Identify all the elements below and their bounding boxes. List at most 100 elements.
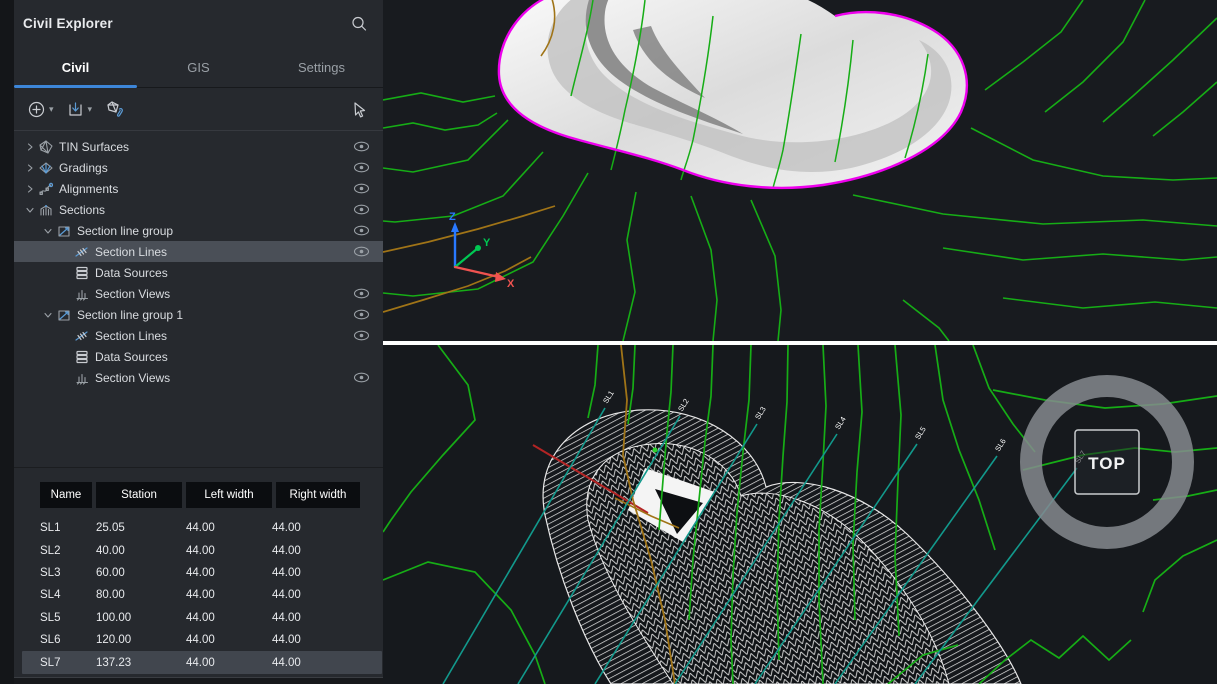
section-line-group-icon	[55, 308, 73, 322]
civil-explorer-panel: Civil Explorer Civil GIS Settings ▾ ▾	[14, 0, 383, 684]
table-row[interactable]: SL1 25.05 44.00 44.00	[14, 517, 383, 539]
tab-civil[interactable]: Civil	[14, 50, 137, 87]
cell-right-width: 44.00	[272, 634, 356, 646]
visibility-eye-icon[interactable]	[353, 288, 370, 299]
visibility-eye-icon[interactable]	[353, 162, 370, 173]
attach-surface-button[interactable]	[101, 97, 129, 122]
tree-item-label: Sections	[59, 203, 383, 217]
cell-left-width: 44.00	[186, 589, 272, 601]
tree-item-tin-surfaces[interactable]: TIN Surfaces	[14, 136, 383, 157]
column-header-name[interactable]: Name	[40, 482, 92, 508]
cell-right-width: 44.00	[272, 567, 356, 579]
tree-item-label: Section line group	[77, 224, 383, 238]
tree-item-section-line-group-1[interactable]: Section line group 1	[14, 304, 383, 325]
visibility-eye-icon[interactable]	[353, 309, 370, 320]
tree-item-label: Section Views	[95, 371, 383, 385]
section-views-icon	[73, 371, 91, 385]
visibility-eye-icon[interactable]	[353, 246, 370, 257]
cell-right-width: 44.00	[272, 522, 356, 534]
tree-item-section-views[interactable]: Section Views	[14, 283, 383, 304]
visibility-eye-icon[interactable]	[353, 141, 370, 152]
cell-left-width: 44.00	[186, 634, 272, 646]
table-row[interactable]: SL3 60.00 44.00 44.00	[14, 562, 383, 584]
column-header-left-width[interactable]: Left width	[186, 482, 272, 508]
visibility-eye-icon[interactable]	[353, 204, 370, 215]
section-lines-table: Name Station Left width Right width SL1 …	[14, 482, 383, 674]
cell-right-width: 44.00	[272, 545, 356, 557]
tree-item-data-sources[interactable]: Data Sources	[14, 346, 383, 367]
add-dropdown-caret[interactable]: ▾	[49, 104, 54, 115]
tree-item-label: Data Sources	[95, 350, 383, 364]
cell-name: SL5	[40, 612, 96, 624]
table-row[interactable]: SL5 100.00 44.00 44.00	[14, 607, 383, 629]
section-views-icon	[73, 287, 91, 301]
table-body: SL1 25.05 44.00 44.00 SL2 40.00 44.00 44…	[14, 517, 383, 674]
tree-item-section-line-group[interactable]: Section line group	[14, 220, 383, 241]
panel-edge-strip	[0, 0, 14, 684]
visibility-eye-icon[interactable]	[353, 330, 370, 341]
cell-name: SL2	[40, 545, 96, 557]
search-icon[interactable]	[349, 14, 369, 34]
tree-item-data-sources[interactable]: Data Sources	[14, 262, 383, 283]
visibility-eye-icon[interactable]	[353, 372, 370, 383]
application-window: Civil Explorer Civil GIS Settings ▾ ▾	[0, 0, 1217, 684]
tab-settings[interactable]: Settings	[260, 50, 383, 87]
tin-surface-icon	[37, 140, 55, 154]
tab-bar: Civil GIS Settings	[14, 50, 383, 88]
model-view-3d[interactable]: Z Y X	[383, 0, 1217, 341]
tab-gis[interactable]: GIS	[137, 50, 260, 87]
tree-item-gradings[interactable]: Gradings	[14, 157, 383, 178]
svg-text:X: X	[507, 278, 515, 290]
tree-item-alignments[interactable]: Alignments	[14, 178, 383, 199]
cell-left-width: 44.00	[186, 657, 272, 669]
cell-right-width: 44.00	[272, 589, 356, 601]
visibility-eye-icon[interactable]	[353, 183, 370, 194]
tree-item-label: Section Lines	[95, 245, 383, 259]
cell-name: SL3	[40, 567, 96, 579]
cell-left-width: 44.00	[186, 545, 272, 557]
section-line-group-icon	[55, 224, 73, 238]
table-row[interactable]: SL4 80.00 44.00 44.00	[14, 584, 383, 606]
chevron-down-icon[interactable]	[40, 224, 55, 238]
import-button[interactable]: ▾	[63, 97, 96, 122]
tree-item-label: Section Views	[95, 287, 383, 301]
table-row-selected[interactable]: SL7 137.23 44.00 44.00	[22, 651, 382, 673]
drawing-viewport[interactable]: Z Y X	[383, 0, 1217, 684]
tree-item-section-lines[interactable]: Section Lines	[14, 241, 383, 262]
visibility-eye-icon[interactable]	[353, 225, 370, 236]
select-cursor-icon[interactable]	[347, 97, 373, 123]
toolbar: ▾ ▾	[14, 89, 383, 131]
chevron-right-icon[interactable]	[22, 140, 37, 154]
cell-name: SL1	[40, 522, 96, 534]
chevron-down-icon[interactable]	[40, 308, 55, 322]
add-button[interactable]: ▾	[24, 97, 57, 122]
svg-text:Z: Z	[449, 211, 456, 223]
table-row[interactable]: SL2 40.00 44.00 44.00	[14, 539, 383, 561]
tree-item-section-views[interactable]: Section Views	[14, 367, 383, 388]
cell-station: 120.00	[96, 634, 186, 646]
data-sources-icon	[73, 266, 91, 280]
section-lines-icon	[73, 245, 91, 259]
import-dropdown-caret[interactable]: ▾	[88, 104, 93, 115]
cell-left-width: 44.00	[186, 522, 272, 534]
svg-text:Y: Y	[483, 237, 491, 249]
cell-left-width: 44.00	[186, 567, 272, 579]
chevron-right-icon[interactable]	[22, 161, 37, 175]
grading-icon	[37, 161, 55, 175]
tree-item-sections[interactable]: Sections	[14, 199, 383, 220]
viewport-divider[interactable]	[383, 341, 1217, 346]
column-header-station[interactable]: Station	[96, 482, 182, 508]
tree-item-label: TIN Surfaces	[59, 140, 383, 154]
viewcube-label: TOP	[1088, 454, 1126, 473]
cell-name: SL7	[40, 657, 96, 669]
tree-item-section-lines[interactable]: Section Lines	[14, 325, 383, 346]
plan-view-top[interactable]: SL1 SL2 SL3 SL4 SL5 SL6 SL7 TOP	[383, 345, 1217, 684]
chevron-down-icon[interactable]	[22, 203, 37, 217]
cell-station: 80.00	[96, 589, 186, 601]
table-row[interactable]: SL6 120.00 44.00 44.00	[14, 629, 383, 651]
panel-title-row: Civil Explorer	[14, 0, 383, 44]
cell-name: SL4	[40, 589, 96, 601]
table-header-row: Name Station Left width Right width	[14, 482, 383, 508]
column-header-right-width[interactable]: Right width	[276, 482, 360, 508]
chevron-right-icon[interactable]	[22, 182, 37, 196]
